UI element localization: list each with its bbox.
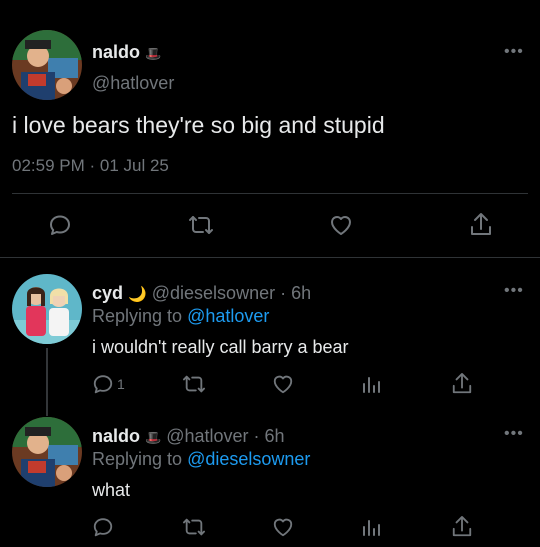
more-icon[interactable]: ••• <box>504 283 524 299</box>
replying-to: Replying to @hatlover <box>92 306 269 327</box>
avatar[interactable] <box>12 417 82 487</box>
divider <box>12 193 528 194</box>
reply-header: naldo 🎩 @hatlover · 6h <box>92 426 285 447</box>
avatar[interactable] <box>12 30 82 100</box>
more-icon[interactable]: ••• <box>504 426 524 442</box>
like-icon[interactable] <box>271 373 295 395</box>
reply-count: 1 <box>117 376 125 392</box>
top-hat-emoji: 🎩 <box>145 430 162 445</box>
more-icon[interactable]: ••• <box>504 44 524 60</box>
tweet-timestamp[interactable]: 02:59 PM · 01 Jul 25 <box>12 156 169 176</box>
handle-time[interactable]: @hatlover · 6h <box>166 426 284 446</box>
reply-icon[interactable] <box>92 516 114 538</box>
share-icon[interactable] <box>451 515 473 539</box>
retweet-icon[interactable] <box>188 213 214 237</box>
analytics-icon[interactable] <box>361 374 381 394</box>
avatar[interactable] <box>12 274 82 344</box>
like-icon[interactable] <box>271 516 295 538</box>
user-handle[interactable]: @hatlover <box>92 73 174 94</box>
replying-to-link[interactable]: @dieselsowner <box>187 449 310 469</box>
reply-text: i wouldn't really call barry a bear <box>92 337 349 357</box>
retweet-icon[interactable] <box>182 516 206 538</box>
like-icon[interactable] <box>328 213 354 237</box>
thread-line <box>46 348 48 416</box>
reply-icon[interactable] <box>48 213 72 237</box>
replying-prefix: Replying to <box>92 306 183 326</box>
display-name[interactable]: naldo 🎩 <box>92 42 161 63</box>
reply-icon <box>92 373 114 395</box>
handle-time[interactable]: @dieselsowner · 6h <box>152 283 311 303</box>
top-hat-emoji: 🎩 <box>145 46 162 61</box>
reply-button[interactable]: 1 <box>92 373 125 395</box>
display-name-text: naldo <box>92 42 140 62</box>
display-name-text[interactable]: naldo <box>92 426 140 446</box>
reply-header: cyd 🌙 @dieselsowner · 6h <box>92 283 311 304</box>
share-icon[interactable] <box>469 212 493 238</box>
crescent-moon-emoji: 🌙 <box>128 286 147 303</box>
display-name-text[interactable]: cyd <box>92 283 123 303</box>
analytics-icon[interactable] <box>361 517 381 537</box>
tweet-text: i love bears they're so big and stupid <box>12 112 385 138</box>
replying-prefix: Replying to <box>92 449 183 469</box>
retweet-icon[interactable] <box>182 373 206 395</box>
replying-to-link[interactable]: @hatlover <box>187 306 269 326</box>
divider <box>0 257 540 258</box>
replying-to: Replying to @dieselsowner <box>92 449 310 470</box>
reply-text: what <box>92 480 131 500</box>
share-icon[interactable] <box>451 372 473 396</box>
